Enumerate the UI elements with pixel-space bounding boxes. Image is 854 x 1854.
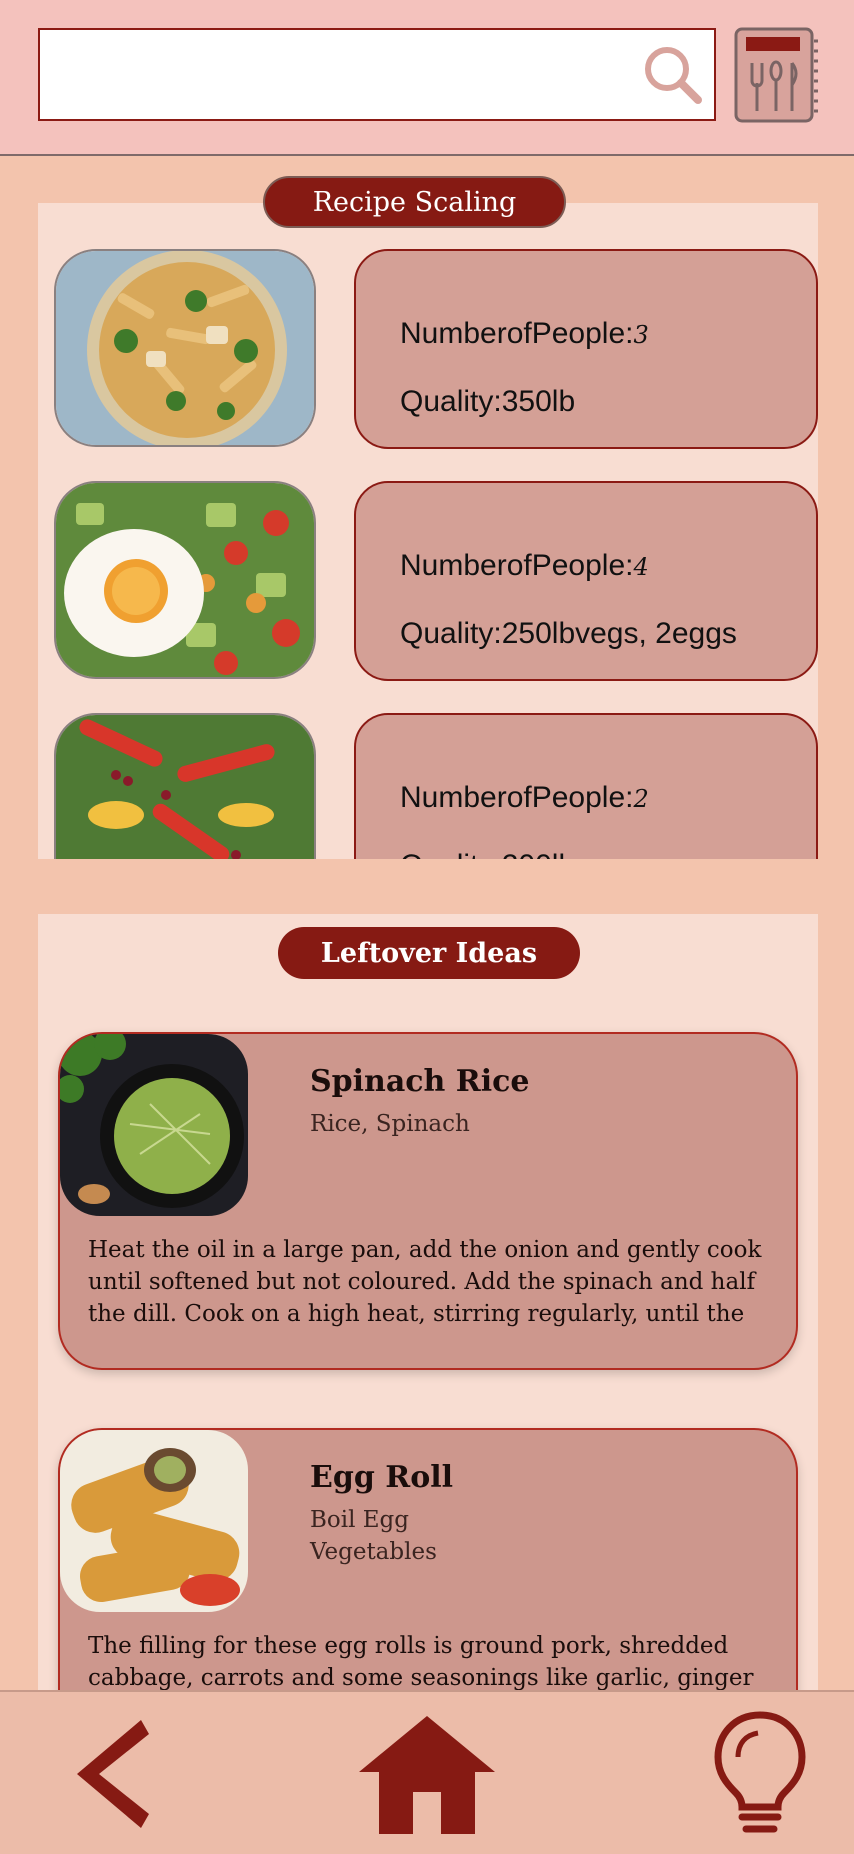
- leftover-ingredients: Rice, Spinach: [310, 1111, 470, 1137]
- cookbook-utensils-icon[interactable]: [734, 27, 818, 123]
- leftover-description: Heat the oil in a large pan, add the oni…: [88, 1237, 762, 1327]
- chevron-left-icon: [77, 1720, 149, 1828]
- egg-salad-photo: [54, 481, 316, 679]
- leftover-title: Spinach Rice: [310, 1064, 530, 1099]
- scaling-item[interactable]: NumberofPeople:4 Quality:250lbvegs, 2egg…: [54, 481, 818, 681]
- ideas-button[interactable]: [700, 1692, 820, 1854]
- egg-roll-photo: [60, 1430, 248, 1612]
- lightbulb-icon: [714, 1711, 806, 1833]
- scaling-card: NumberofPeople:3 Quality:350lb: [354, 249, 818, 449]
- leftover-card[interactable]: Spinach Rice Rice, Spinach Heat the oil …: [58, 1032, 798, 1370]
- leftover-ideas-panel: Spinach Rice Rice, Spinach Heat the oil …: [38, 914, 818, 1694]
- quality: Quality:350lb: [400, 385, 576, 418]
- number-of-people: NumberofPeople:3: [400, 317, 649, 350]
- scaling-card: NumberofPeople:4 Quality:250lbvegs, 2egg…: [354, 481, 818, 681]
- scaling-item[interactable]: NumberofPeople:3 Quality:350lb: [54, 249, 818, 449]
- leftover-card[interactable]: Egg Roll Boil Egg Vegetables The filling…: [58, 1428, 798, 1694]
- leftover-ingredients: Boil Egg Vegetables: [310, 1507, 437, 1565]
- home-button[interactable]: [352, 1692, 502, 1854]
- scaling-card: NumberofPeople:2 Quality:200lb: [354, 713, 818, 859]
- quality: Quality:250lbvegs, 2eggs: [400, 617, 737, 650]
- recipe-scaling-title: Recipe Scaling: [263, 176, 566, 228]
- back-button[interactable]: [40, 1692, 170, 1854]
- search-icon[interactable]: [640, 42, 706, 108]
- pasta-photo: [54, 249, 316, 447]
- leftover-title: Egg Roll: [310, 1460, 453, 1495]
- recipe-scaling-panel: NumberofPeople:3 Quality:350lb NumberofP…: [38, 203, 818, 859]
- number-of-people: NumberofPeople:2: [400, 781, 649, 814]
- pepper-salad-photo: [54, 713, 316, 859]
- search-input[interactable]: [38, 28, 716, 121]
- app-header: [0, 0, 854, 156]
- bottom-nav: [0, 1690, 854, 1854]
- home-icon: [359, 1716, 495, 1834]
- scaling-item[interactable]: NumberofPeople:2 Quality:200lb: [54, 713, 818, 859]
- quality: Quality:200lb: [400, 849, 575, 859]
- leftover-description: The filling for these egg rolls is groun…: [88, 1633, 754, 1691]
- spinach-rice-photo: [60, 1034, 248, 1216]
- leftover-ideas-title: Leftover Ideas: [278, 927, 580, 979]
- number-of-people: NumberofPeople:4: [400, 549, 649, 582]
